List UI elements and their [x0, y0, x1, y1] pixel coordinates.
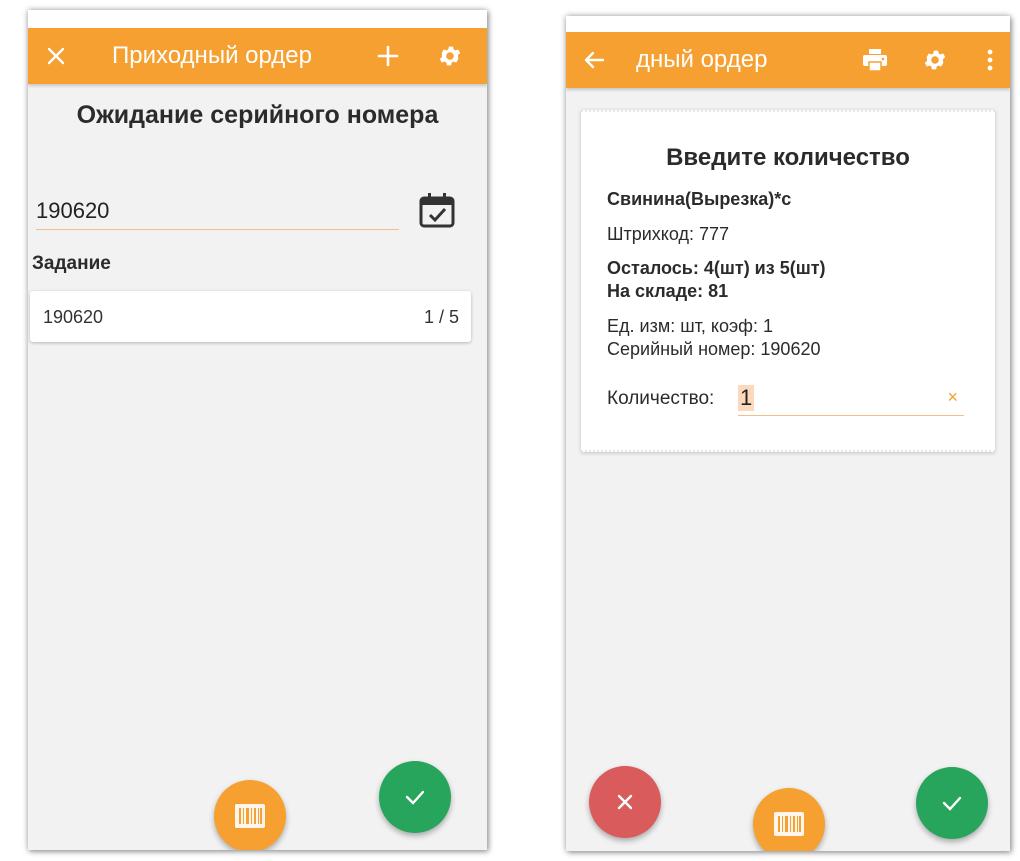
quantity-value: 1: [738, 385, 755, 411]
remaining-line: Осталось: 4(шт) из 5(шт): [607, 258, 826, 278]
quantity-dialog: Введите количество Свинина(Вырезка)*с Шт…: [581, 110, 995, 452]
cancel-button[interactable]: [589, 766, 661, 838]
calendar-check-icon[interactable]: [415, 188, 459, 232]
scan-barcode-button[interactable]: [753, 788, 825, 851]
clear-icon[interactable]: ×: [947, 387, 958, 408]
status-bar: [28, 10, 487, 30]
plus-icon[interactable]: [374, 42, 402, 70]
barcode-icon: [774, 812, 804, 836]
task-name: 190620: [43, 307, 104, 327]
check-icon: [405, 790, 425, 805]
print-icon[interactable]: [860, 45, 890, 75]
page-title: Ожидание серийного номера: [76, 101, 439, 129]
unit-line: Ед. изм: шт, коэф: 1: [607, 316, 773, 336]
in-stock-line: На складе: 81: [607, 281, 729, 301]
close-icon[interactable]: [42, 42, 70, 70]
app-bar-title: дный ордер: [636, 46, 768, 73]
task-progress: 1 / 5: [423, 307, 459, 327]
quantity-input[interactable]: 1 ×: [738, 383, 964, 416]
close-icon: [617, 794, 633, 810]
dialog-title: Введите количество: [666, 144, 910, 171]
scan-barcode-button[interactable]: [214, 780, 286, 850]
app-bar-title: Приходный ордер: [112, 42, 312, 69]
product-name: Свинина(Вырезка)*с: [607, 189, 792, 209]
check-icon: [942, 796, 962, 811]
serial-input[interactable]: 190620: [36, 198, 109, 224]
left-phone-screen: Приходный ордер Ожидание серийного номер…: [28, 10, 487, 850]
gear-icon[interactable]: [920, 45, 950, 75]
task-list-item[interactable]: 190620 1 / 5: [30, 291, 471, 342]
app-bar: дный ордер: [566, 32, 1010, 88]
confirm-button[interactable]: [916, 767, 988, 839]
back-arrow-icon[interactable]: [580, 46, 608, 74]
confirm-button[interactable]: [379, 761, 451, 833]
quantity-label: Количество:: [607, 388, 715, 409]
serial-line: Серийный номер: 190620: [607, 339, 821, 359]
serial-input-underline: [36, 229, 399, 230]
more-vert-icon[interactable]: [978, 45, 1002, 75]
barcode-line: Штрихкод: 777: [607, 224, 730, 244]
gear-icon[interactable]: [435, 41, 465, 71]
app-bar: Приходный ордер: [28, 28, 487, 84]
right-phone-screen: дный ордер Введите количество Свинина(Вы…: [566, 16, 1010, 851]
section-label: Задание: [32, 253, 111, 274]
barcode-icon: [235, 804, 265, 828]
